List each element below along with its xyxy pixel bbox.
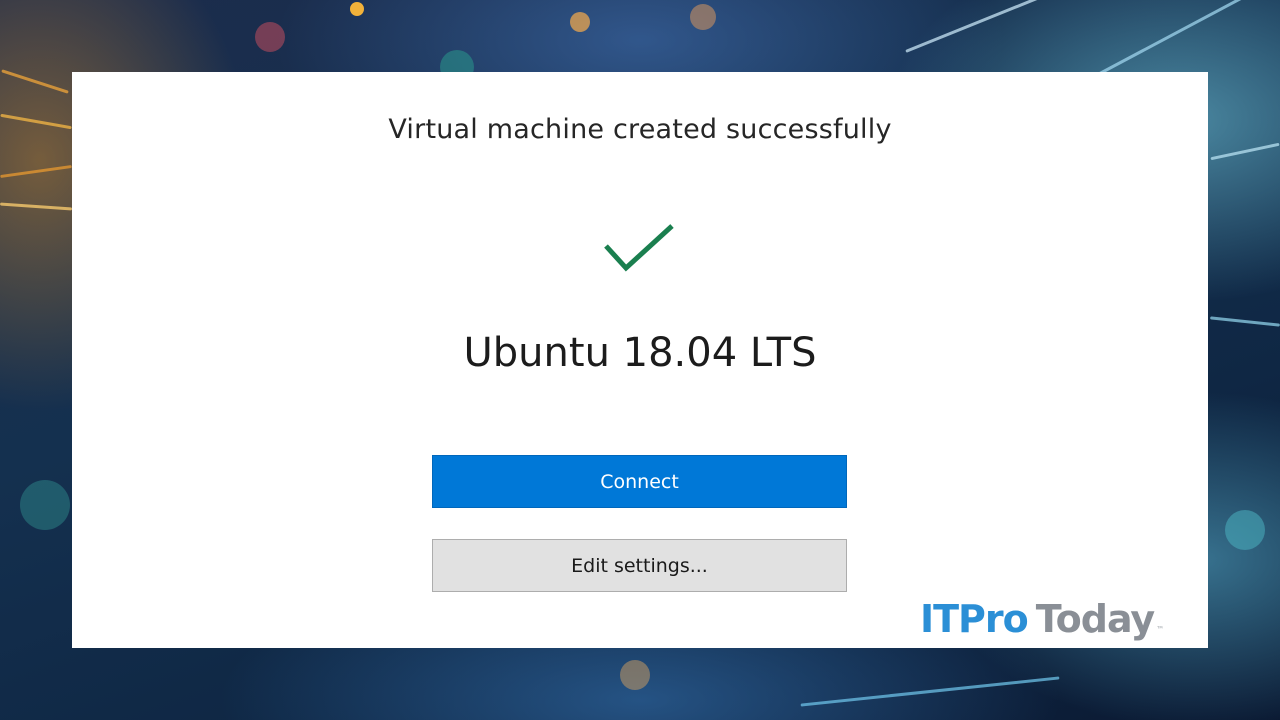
watermark-today: Today xyxy=(1035,597,1155,641)
vm-name: Ubuntu 18.04 LTS xyxy=(463,330,817,376)
connect-button[interactable]: Connect xyxy=(432,455,847,508)
checkmark-icon xyxy=(604,224,674,272)
watermark-trademark: ™ xyxy=(1156,625,1165,634)
watermark-itpro: ITPro xyxy=(920,597,1029,641)
edit-settings-button[interactable]: Edit settings... xyxy=(432,539,847,592)
vm-created-dialog: Virtual machine created successfully Ubu… xyxy=(72,72,1208,648)
dialog-title: Virtual machine created successfully xyxy=(388,114,892,145)
itprotoday-watermark: ITPro Today ™ xyxy=(920,597,1164,647)
